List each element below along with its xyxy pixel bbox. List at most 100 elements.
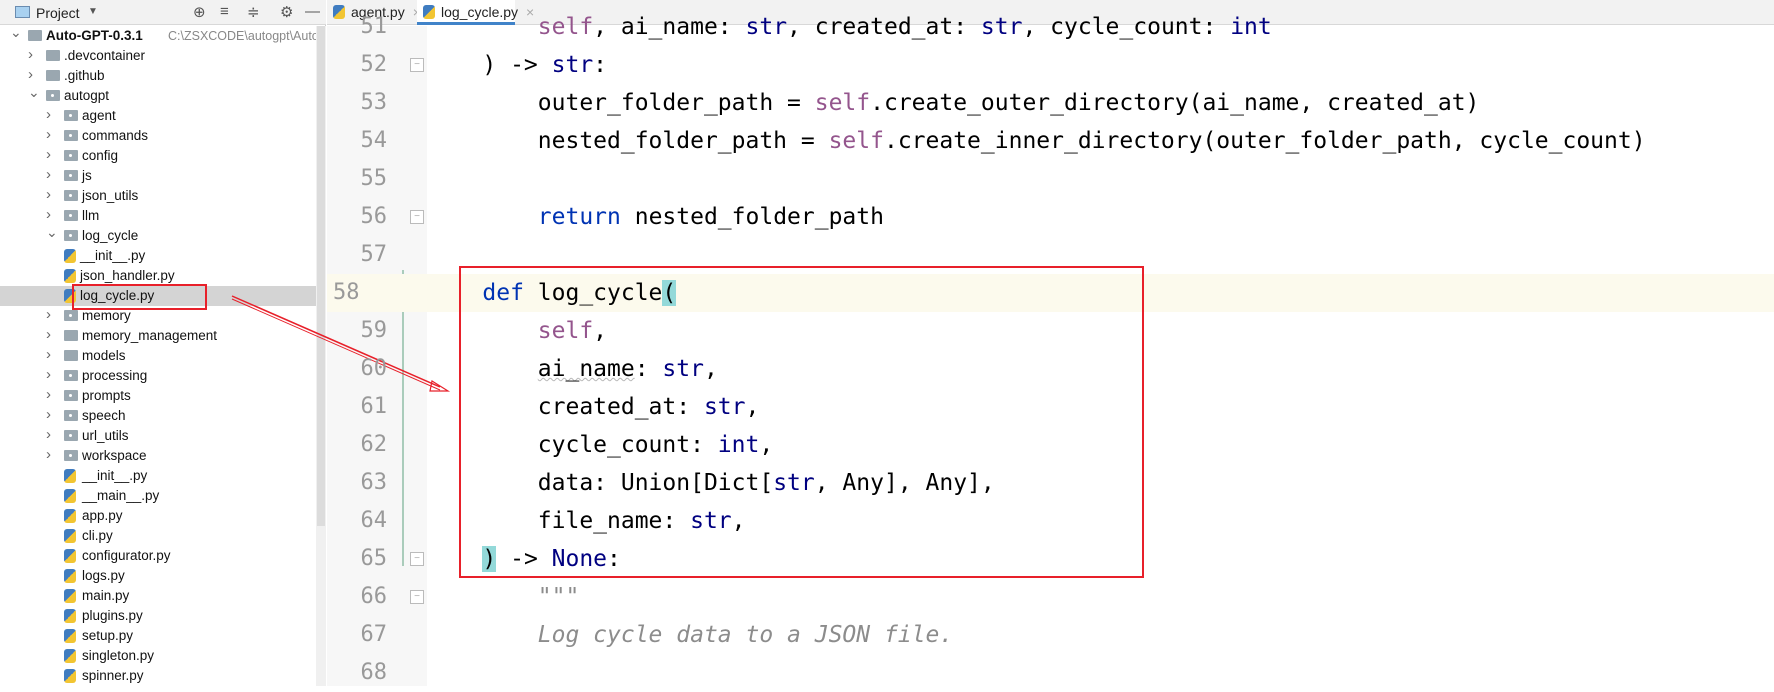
code-text: self, ai_name: str, created_at: str, cyc… — [427, 8, 1272, 46]
gear-icon[interactable]: ⚙ — [280, 3, 293, 21]
fold-marker-icon[interactable]: − — [410, 210, 424, 224]
tree-item-main-py[interactable]: main.py — [0, 586, 316, 606]
tree-item-config[interactable]: › config — [0, 146, 316, 166]
tree-item-processing[interactable]: › processing — [0, 366, 316, 386]
tree-item-setup-py[interactable]: setup.py — [0, 626, 316, 646]
chevron-right-icon[interactable]: › — [46, 345, 56, 365]
tree-item-log-cycle[interactable]: ⌄ log_cycle — [0, 224, 316, 246]
chevron-right-icon[interactable]: › — [46, 425, 56, 445]
folder-icon — [28, 30, 42, 41]
tree-item-models[interactable]: › models — [0, 346, 316, 366]
code-token: return — [537, 204, 621, 230]
tree-item-init-py[interactable]: __init__.py — [0, 246, 316, 266]
tree-item-singleton-py[interactable]: singleton.py — [0, 646, 316, 666]
python-file-icon — [64, 529, 76, 543]
tree-item-auto-gpt-0-3-1[interactable]: ⌄ Auto-GPT-0.3.1 C:\ZSXCODE\autogpt\Auto-G… — [0, 26, 316, 46]
chevron-down-icon[interactable]: ⌄ — [10, 26, 22, 42]
chevron-right-icon[interactable]: › — [46, 305, 56, 325]
chevron-down-icon[interactable]: ⌄ — [28, 82, 40, 102]
code-line[interactable] — [427, 160, 1774, 198]
package-icon — [64, 230, 78, 241]
python-file-icon — [64, 269, 76, 283]
chevron-right-icon[interactable]: › — [46, 105, 56, 125]
tree-item-label: memory_management — [82, 328, 218, 343]
tree-item-init-py[interactable]: __init__.py — [0, 466, 316, 486]
code-line[interactable]: """ — [427, 578, 1774, 616]
python-file-icon — [64, 469, 76, 483]
tree-item-configurator-py[interactable]: configurator.py — [0, 546, 316, 566]
chevron-right-icon[interactable]: › — [46, 125, 56, 145]
chevron-right-icon[interactable]: › — [46, 165, 56, 185]
folder-icon — [64, 330, 78, 341]
line-number: 64 — [360, 508, 388, 533]
tree-item-spinner-py[interactable]: spinner.py — [0, 666, 316, 686]
tree-item-plugins-py[interactable]: plugins.py — [0, 606, 316, 626]
expand-all-icon[interactable]: ≡ — [220, 3, 229, 20]
tree-item-github[interactable]: › .github — [0, 66, 316, 86]
chevron-right-icon[interactable]: › — [46, 405, 56, 425]
chevron-right-icon[interactable]: › — [46, 185, 56, 205]
tree-item-label: singleton.py — [82, 648, 155, 663]
collapse-all-icon[interactable]: ≑ — [247, 3, 260, 21]
chevron-right-icon[interactable]: › — [46, 325, 56, 345]
tree-item-json-handler-py[interactable]: json_handler.py — [0, 266, 316, 286]
chevron-right-icon[interactable]: › — [28, 45, 38, 65]
tree-item-memory-management[interactable]: › memory_management — [0, 326, 316, 346]
tree-item-agent[interactable]: › agent — [0, 106, 316, 126]
python-file-icon — [64, 489, 76, 503]
package-icon — [64, 410, 78, 421]
tree-item-devcontainer[interactable]: › .devcontainer — [0, 46, 316, 66]
fold-marker-icon[interactable]: − — [410, 58, 424, 72]
minimize-icon[interactable]: — — [305, 3, 320, 20]
tree-item-app-py[interactable]: app.py — [0, 506, 316, 526]
locate-icon[interactable]: ⊕ — [193, 3, 206, 21]
line-number: 58 — [327, 274, 427, 312]
code-token: nested_folder_path — [620, 204, 884, 230]
project-panel: Project ▼ ⊕ ≡ ≑ ⚙ — ⌄ Auto-GPT-0.3.1 C:\ZS… — [0, 0, 326, 686]
chevron-right-icon[interactable]: › — [46, 145, 56, 165]
python-file-icon — [64, 609, 76, 623]
fold-marker-icon[interactable]: − — [410, 552, 424, 566]
code-line[interactable]: self, ai_name: str, created_at: str, cyc… — [427, 8, 1774, 46]
tree-item-cli-py[interactable]: cli.py — [0, 526, 316, 546]
tree-item-label: __init__.py — [80, 248, 146, 263]
chevron-right-icon[interactable]: › — [46, 385, 56, 405]
code-line[interactable]: Log cycle data to a JSON file. — [427, 616, 1774, 654]
tree-item-url-utils[interactable]: › url_utils — [0, 426, 316, 446]
tree-item-logs-py[interactable]: logs.py — [0, 566, 316, 586]
chevron-right-icon[interactable]: › — [46, 365, 56, 385]
tree-item-workspace[interactable]: › workspace — [0, 446, 316, 466]
tree-item-prompts[interactable]: › prompts — [0, 386, 316, 406]
dropdown-caret-icon[interactable]: ▼ — [88, 6, 98, 17]
line-number: 63 — [360, 470, 388, 495]
code-line[interactable]: nested_folder_path = self.create_inner_d… — [427, 122, 1774, 160]
code-token: outer_folder_path = — [427, 90, 815, 116]
chevron-right-icon[interactable]: › — [46, 445, 56, 465]
tree-item-label: app.py — [82, 508, 123, 523]
package-icon — [64, 110, 78, 121]
tree-item-commands[interactable]: › commands — [0, 126, 316, 146]
code-line[interactable]: return nested_folder_path — [427, 198, 1774, 236]
line-number: 51 — [360, 14, 388, 39]
project-view-selector[interactable]: Project — [36, 5, 80, 21]
tree-item-label: cli.py — [82, 528, 113, 543]
scrollbar-thumb[interactable] — [317, 26, 325, 526]
annotation-box-file — [72, 284, 207, 310]
tree-item-js[interactable]: › js — [0, 166, 316, 186]
tree-item-main-py[interactable]: __main__.py — [0, 486, 316, 506]
code-line[interactable]: outer_folder_path = self.create_outer_di… — [427, 84, 1774, 122]
fold-marker-icon[interactable]: − — [410, 590, 424, 604]
code-line[interactable] — [427, 654, 1774, 692]
line-number: 66 — [360, 584, 388, 609]
chevron-down-icon[interactable]: ⌄ — [46, 222, 58, 242]
python-file-icon — [64, 649, 76, 663]
package-icon — [64, 450, 78, 461]
tree-item-json-utils[interactable]: › json_utils — [0, 186, 316, 206]
tree-item-autogpt[interactable]: ⌄ autogpt — [0, 84, 316, 106]
package-icon — [46, 90, 60, 101]
code-text: outer_folder_path = self.create_outer_di… — [427, 84, 1480, 122]
tree-scrollbar[interactable] — [316, 26, 326, 686]
code-line[interactable]: ) -> str: — [427, 46, 1774, 84]
tree-item-speech[interactable]: › speech — [0, 406, 316, 426]
